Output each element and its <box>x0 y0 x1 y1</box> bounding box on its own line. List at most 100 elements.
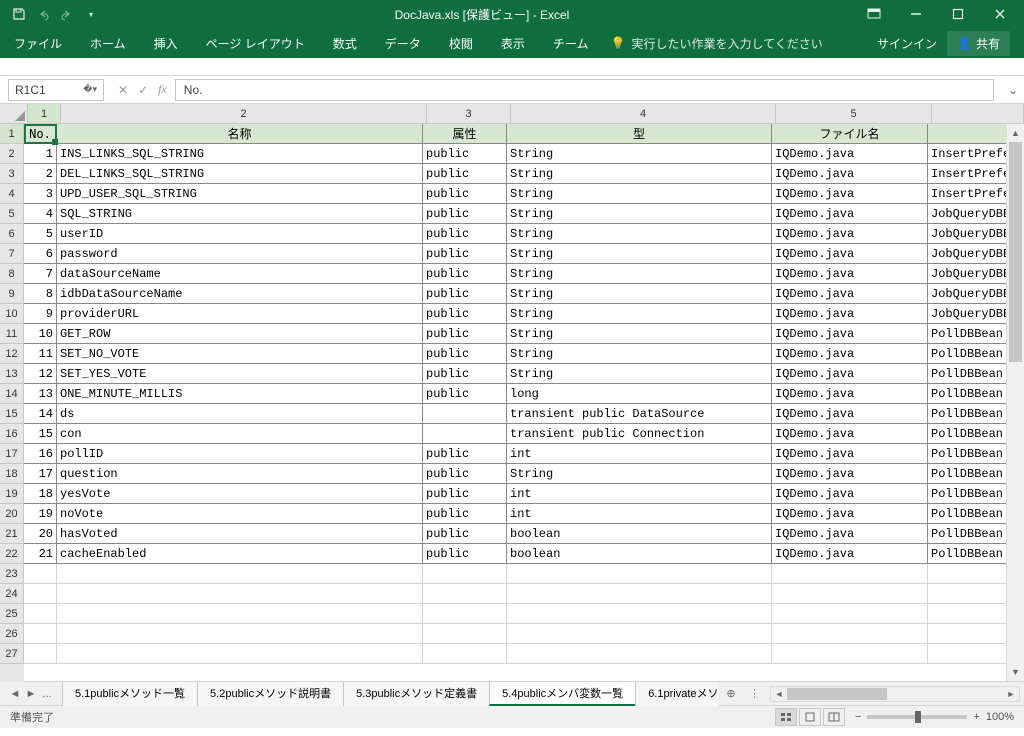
cell[interactable]: IQDemo.java <box>772 524 928 544</box>
tab-formulas[interactable]: 数式 <box>319 28 371 58</box>
cell[interactable]: ONE_MINUTE_MILLIS <box>57 384 423 404</box>
col-header-2[interactable]: 2 <box>61 104 427 124</box>
cell[interactable] <box>423 564 507 584</box>
tell-me-search[interactable]: 💡 実行したい作業を入力してください <box>610 35 822 52</box>
cell[interactable]: 20 <box>24 524 57 544</box>
name-box[interactable]: R1C1 �▾ <box>8 79 104 101</box>
cell[interactable]: 13 <box>24 384 57 404</box>
sheet-nav-prev-icon[interactable]: ◄ <box>8 688 22 700</box>
cell[interactable] <box>57 644 423 664</box>
col-header-5[interactable]: 5 <box>776 104 932 124</box>
select-all-corner[interactable] <box>0 104 28 124</box>
sheet-tab[interactable]: 5.3publicメソッド定義書 <box>343 681 490 706</box>
cell[interactable]: SET_YES_VOTE <box>57 364 423 384</box>
cell[interactable] <box>772 644 928 664</box>
tab-review[interactable]: 校閲 <box>435 28 487 58</box>
cell[interactable]: IQDemo.java <box>772 204 928 224</box>
cell[interactable]: String <box>507 144 772 164</box>
cell[interactable] <box>507 644 772 664</box>
row-header[interactable]: 7 <box>0 244 24 264</box>
save-icon[interactable] <box>10 5 28 23</box>
row-header[interactable]: 16 <box>0 424 24 444</box>
cell[interactable]: IQDemo.java <box>772 404 928 424</box>
cell[interactable]: cacheEnabled <box>57 544 423 564</box>
col-header-3[interactable]: 3 <box>427 104 511 124</box>
cell[interactable] <box>772 604 928 624</box>
cell[interactable]: public <box>423 244 507 264</box>
zoom-value[interactable]: 100% <box>986 711 1014 723</box>
minimize-button[interactable] <box>896 1 936 27</box>
page-layout-view-icon[interactable] <box>799 708 821 726</box>
cell[interactable]: public <box>423 284 507 304</box>
row-header[interactable]: 10 <box>0 304 24 324</box>
cell[interactable]: IQDemo.java <box>772 344 928 364</box>
header-cell[interactable]: 型 <box>507 124 772 144</box>
cell[interactable] <box>423 644 507 664</box>
cell[interactable]: String <box>507 164 772 184</box>
cell[interactable] <box>24 624 57 644</box>
row-header[interactable]: 19 <box>0 484 24 504</box>
cell[interactable]: int <box>507 484 772 504</box>
header-cell[interactable]: ファイル名 <box>772 124 928 144</box>
fx-icon[interactable]: fx <box>158 82 167 97</box>
cell[interactable] <box>423 584 507 604</box>
row-header[interactable]: 14 <box>0 384 24 404</box>
cell[interactable] <box>507 604 772 624</box>
cell[interactable]: 18 <box>24 484 57 504</box>
cell[interactable]: IQDemo.java <box>772 284 928 304</box>
cell[interactable]: IQDemo.java <box>772 424 928 444</box>
cell[interactable]: public <box>423 524 507 544</box>
cell[interactable]: public <box>423 544 507 564</box>
row-header[interactable]: 26 <box>0 624 24 644</box>
header-cell[interactable]: No. <box>24 124 57 144</box>
cell[interactable]: IQDemo.java <box>772 164 928 184</box>
row-header[interactable]: 9 <box>0 284 24 304</box>
normal-view-icon[interactable] <box>775 708 797 726</box>
row-header[interactable]: 4 <box>0 184 24 204</box>
row-header[interactable]: 3 <box>0 164 24 184</box>
cell[interactable]: SQL_STRING <box>57 204 423 224</box>
scroll-left-icon[interactable]: ◄ <box>771 687 787 701</box>
sheet-tab[interactable]: 5.2publicメソッド説明書 <box>197 681 344 706</box>
cell[interactable] <box>57 584 423 604</box>
cell[interactable] <box>57 604 423 624</box>
cell[interactable]: userID <box>57 224 423 244</box>
cell[interactable]: public <box>423 204 507 224</box>
header-cell[interactable]: 属性 <box>423 124 507 144</box>
cells-area[interactable]: No.名称属性型ファイル名1INS_LINKS_SQL_STRINGpublic… <box>24 124 1024 682</box>
cell[interactable] <box>423 624 507 644</box>
scroll-thumb[interactable] <box>1009 142 1022 362</box>
cell[interactable]: String <box>507 224 772 244</box>
cell[interactable]: con <box>57 424 423 444</box>
cell[interactable] <box>57 564 423 584</box>
row-header[interactable]: 17 <box>0 444 24 464</box>
cell[interactable]: String <box>507 344 772 364</box>
cell[interactable]: public <box>423 184 507 204</box>
row-header[interactable]: 15 <box>0 404 24 424</box>
row-header[interactable]: 24 <box>0 584 24 604</box>
sheet-nav-more[interactable]: ... <box>40 688 54 700</box>
cell[interactable]: IQDemo.java <box>772 144 928 164</box>
cell[interactable]: 15 <box>24 424 57 444</box>
cell[interactable]: 11 <box>24 344 57 364</box>
cell[interactable] <box>57 624 423 644</box>
ribbon-display-icon[interactable] <box>854 1 894 27</box>
tab-home[interactable]: ホーム <box>76 28 140 58</box>
row-header[interactable]: 20 <box>0 504 24 524</box>
row-header[interactable]: 5 <box>0 204 24 224</box>
cell[interactable]: 12 <box>24 364 57 384</box>
cell[interactable] <box>507 584 772 604</box>
hscroll-thumb[interactable] <box>787 688 887 700</box>
cell[interactable]: String <box>507 184 772 204</box>
cell[interactable]: 14 <box>24 404 57 424</box>
cell[interactable]: dataSourceName <box>57 264 423 284</box>
cell[interactable] <box>423 604 507 624</box>
qat-dropdown-icon[interactable]: ▾ <box>82 5 100 23</box>
col-header-4[interactable]: 4 <box>511 104 776 124</box>
row-header[interactable]: 11 <box>0 324 24 344</box>
page-break-view-icon[interactable] <box>823 708 845 726</box>
row-header[interactable]: 6 <box>0 224 24 244</box>
cell[interactable]: transient public DataSource <box>507 404 772 424</box>
row-header[interactable]: 22 <box>0 544 24 564</box>
share-button[interactable]: 👤 共有 <box>947 31 1010 56</box>
